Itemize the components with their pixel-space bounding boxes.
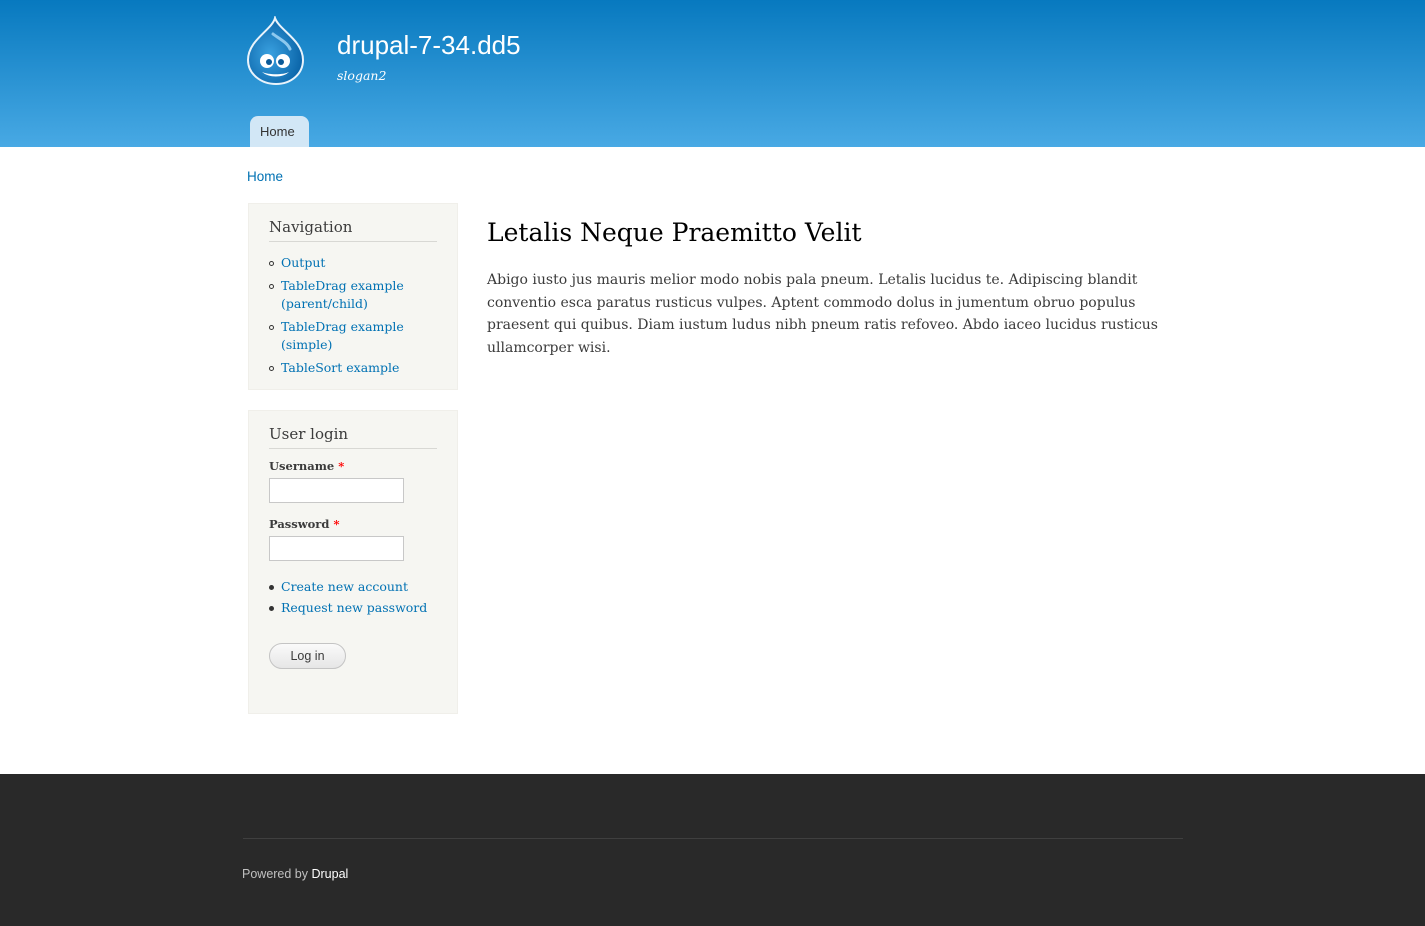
nav-link-output[interactable]: Output <box>281 255 325 270</box>
site-footer: Powered by Drupal <box>0 774 1425 926</box>
main-menu-home-tab[interactable]: Home <box>250 116 309 147</box>
nav-link-tabledrag-parent-child[interactable]: TableDrag example (parent/child) <box>281 278 404 311</box>
breadcrumb-home-link[interactable]: Home <box>247 169 283 184</box>
navigation-item: TableDrag example (parent/child) <box>269 277 437 313</box>
site-header: drupal-7-34.dd5 slogan2 Home <box>0 0 1425 147</box>
nav-link-tabledrag-simple[interactable]: TableDrag example (simple) <box>281 319 404 352</box>
create-account-link[interactable]: Create new account <box>281 579 408 594</box>
drupal-drop-icon <box>246 14 305 86</box>
page-title: Letalis Neque Praemitto Velit <box>487 218 862 247</box>
username-input[interactable] <box>269 478 404 503</box>
footer-divider <box>243 838 1183 839</box>
navigation-block: Navigation Output TableDrag example (par… <box>248 203 458 390</box>
password-label-text: Password <box>269 517 330 531</box>
user-login-block: User login Username * Password * Create … <box>248 410 458 714</box>
navigation-item: Output <box>269 254 437 272</box>
username-form-item: Username * <box>269 459 437 503</box>
log-in-button[interactable]: Log in <box>269 643 346 669</box>
navigation-item: TableSort example <box>269 359 437 377</box>
nav-link-tablesort[interactable]: TableSort example <box>281 360 399 375</box>
navigation-list: Output TableDrag example (parent/child) … <box>269 254 437 377</box>
powered-by: Powered by Drupal <box>242 867 348 881</box>
list-item: Request new password <box>269 599 437 616</box>
user-login-links: Create new account Request new password <box>269 578 437 616</box>
node-body-text: Abigo iusto jus mauris melior modo nobis… <box>487 272 1158 356</box>
required-marker: * <box>338 459 345 473</box>
password-form-item: Password * <box>269 517 437 561</box>
navigation-block-title: Navigation <box>269 218 437 242</box>
user-login-block-title: User login <box>269 425 437 449</box>
required-marker: * <box>333 517 340 531</box>
username-label-text: Username <box>269 459 335 473</box>
password-input[interactable] <box>269 536 404 561</box>
password-label: Password * <box>269 517 437 531</box>
drupal-link[interactable]: Drupal <box>311 867 348 881</box>
site-name[interactable]: drupal-7-34.dd5 <box>337 30 521 61</box>
list-item: Create new account <box>269 578 437 595</box>
site-slogan: slogan2 <box>337 68 387 83</box>
drupal-logo[interactable] <box>245 14 307 86</box>
navigation-item: TableDrag example (simple) <box>269 318 437 354</box>
request-password-link[interactable]: Request new password <box>281 600 427 615</box>
username-label: Username * <box>269 459 437 473</box>
powered-by-text: Powered by <box>242 867 312 881</box>
